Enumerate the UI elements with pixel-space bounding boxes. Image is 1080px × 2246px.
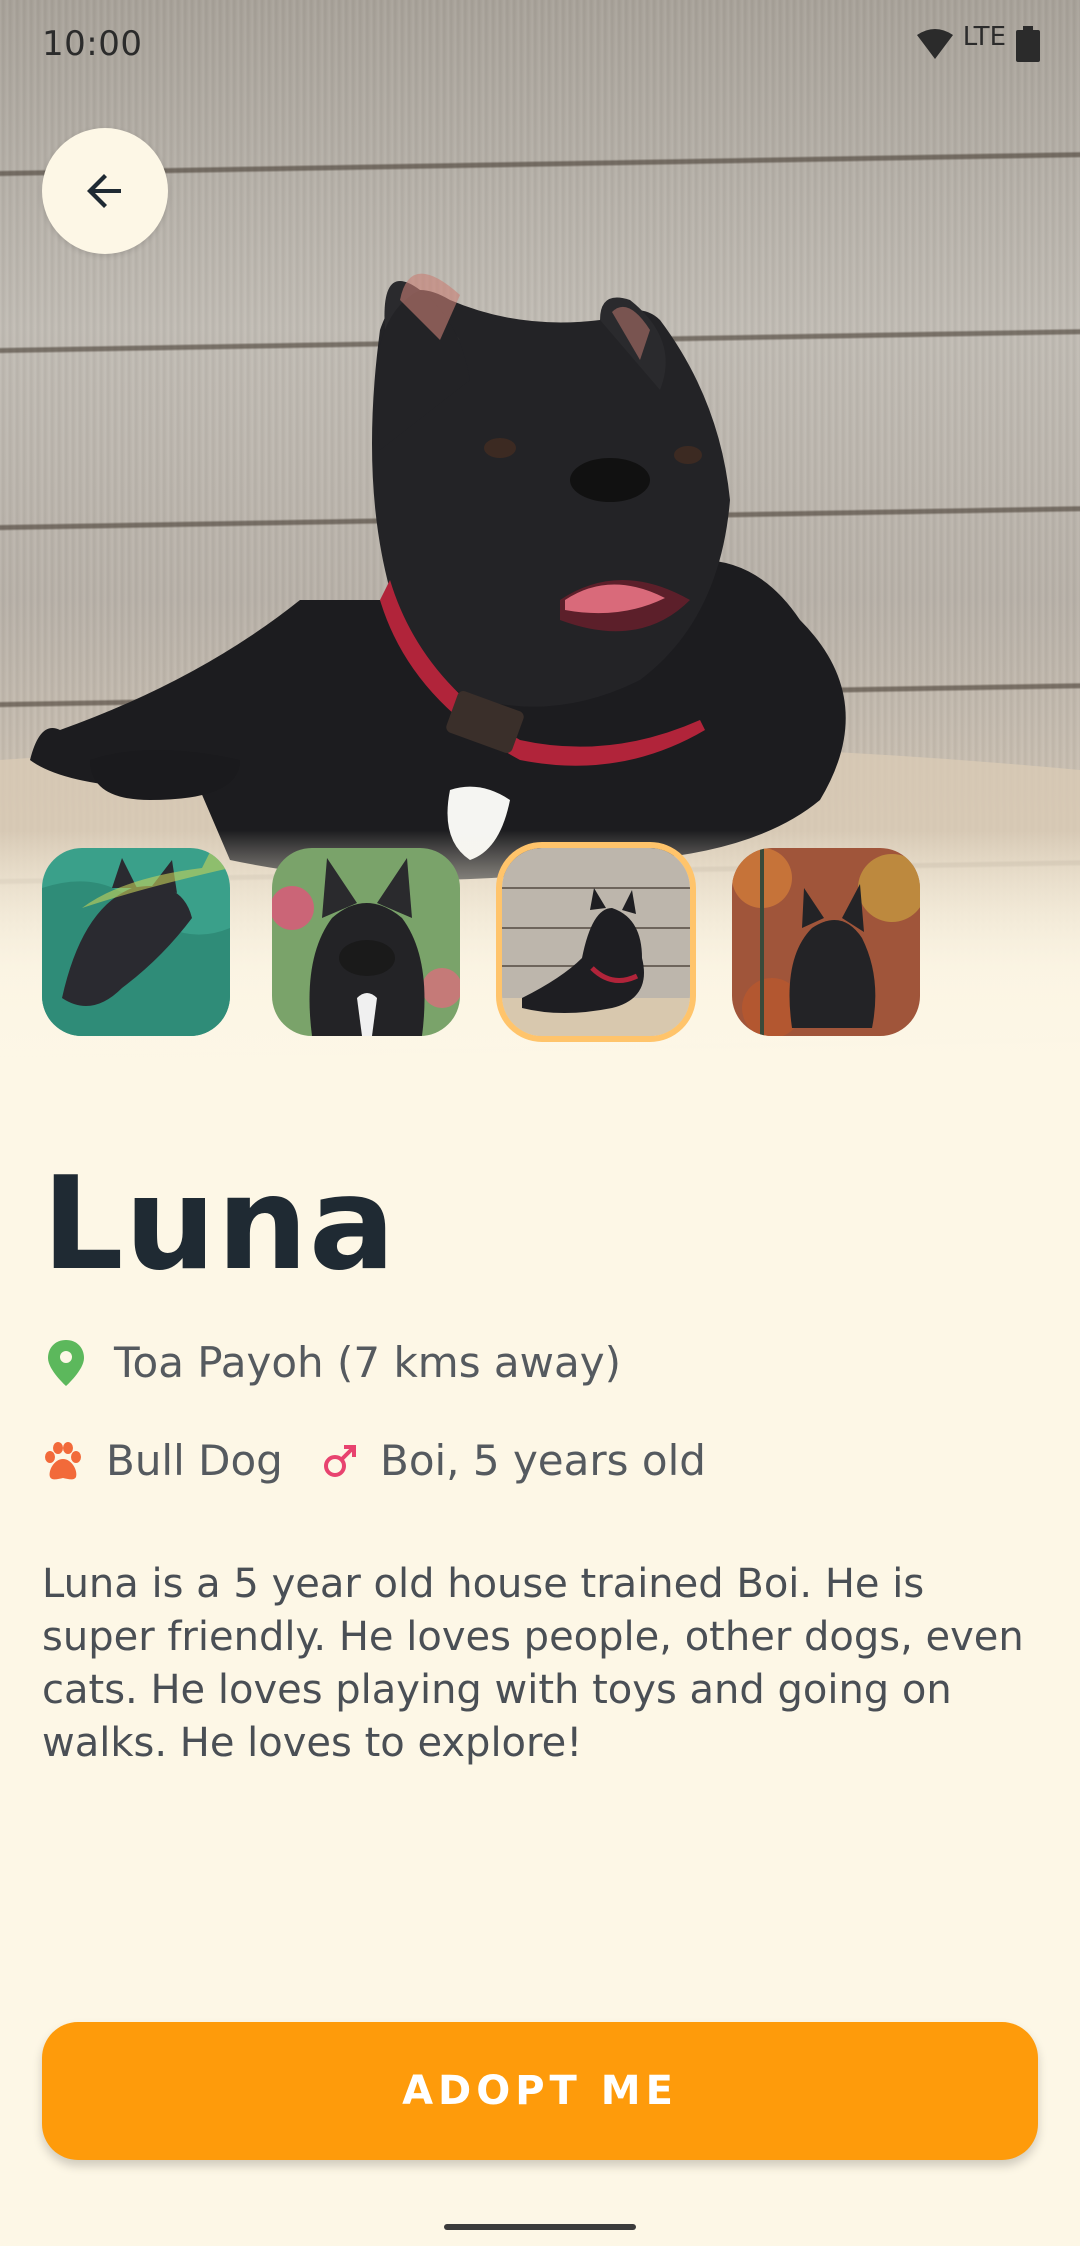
status-bar: 10:00 LTE xyxy=(0,0,1080,88)
location-label: Toa Payoh (7 kms away) xyxy=(114,1338,621,1387)
network-label: LTE xyxy=(962,22,1006,52)
thumbnail-photo-1[interactable] xyxy=(42,848,230,1036)
adopt-me-button[interactable]: ADOPT ME xyxy=(42,2022,1038,2160)
photo-thumbnails xyxy=(42,842,920,1042)
pet-description: Luna is a 5 year old house trained Boi. … xyxy=(42,1561,1024,1766)
thumbnail-photo-4[interactable] xyxy=(732,848,920,1036)
thumbnail-photo-3[interactable] xyxy=(496,842,696,1042)
location-pin-icon xyxy=(48,1339,84,1386)
status-time: 10:00 xyxy=(42,24,143,64)
gender-row: Boi, 5 years old xyxy=(322,1436,706,1485)
male-gender-icon xyxy=(324,1444,356,1477)
paw-icon xyxy=(45,1441,81,1479)
dog-photo-thumbnail xyxy=(732,848,920,1036)
dog-photo-thumbnail xyxy=(272,848,460,1036)
wifi-icon xyxy=(916,29,953,59)
dog-photo-thumbnail xyxy=(502,848,690,1036)
dog-photo-thumbnail xyxy=(42,848,230,1036)
gender-age-label: Boi, 5 years old xyxy=(380,1436,706,1485)
pet-name: Luna xyxy=(42,1150,397,1299)
location-row: Toa Payoh (7 kms away) xyxy=(46,1338,621,1387)
battery-icon xyxy=(1016,26,1040,62)
back-button[interactable] xyxy=(42,128,168,254)
breed-row: Bull Dog xyxy=(42,1436,283,1485)
thumbnail-photo-2[interactable] xyxy=(272,848,460,1036)
home-indicator[interactable] xyxy=(444,2224,636,2230)
status-icons: LTE xyxy=(916,22,1040,62)
arrow-back-icon xyxy=(87,174,121,208)
breed-label: Bull Dog xyxy=(106,1436,283,1485)
